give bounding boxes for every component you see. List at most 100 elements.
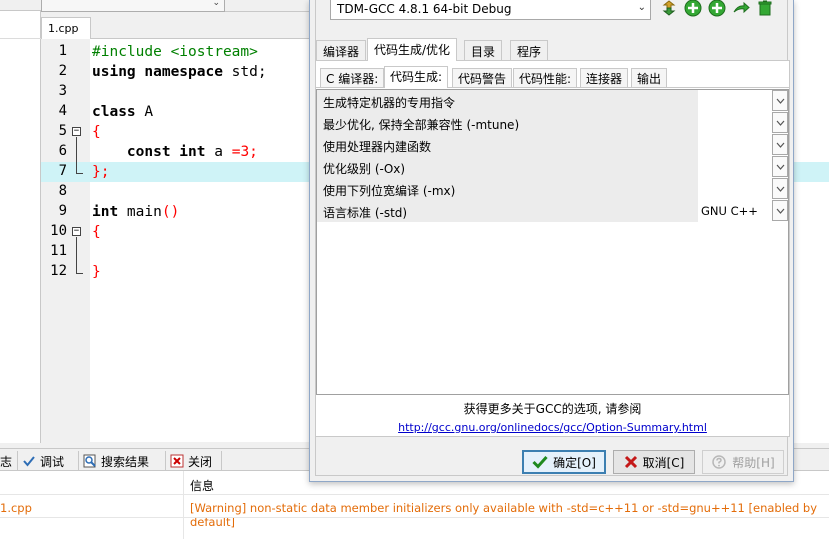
- subtab-c-compiler[interactable]: C 编译器:: [320, 68, 385, 87]
- tab-search-results[interactable]: 搜索结果: [83, 452, 149, 470]
- chevron-down-icon: ⌄: [637, 2, 646, 13]
- tab-divider: [17, 451, 18, 470]
- search-results-icon: [83, 454, 97, 468]
- chevron-down-icon: [776, 120, 784, 126]
- subtab-linker[interactable]: 连接器: [580, 68, 629, 87]
- code-token: }: [92, 264, 101, 280]
- option-row: 使用下列位宽编译 (-mx): [317, 178, 790, 200]
- code-line[interactable]: {: [92, 124, 101, 140]
- tab-search-results-label: 搜索结果: [101, 454, 150, 469]
- code-token: {: [92, 224, 101, 240]
- option-dropdown-button[interactable]: [772, 178, 788, 199]
- option-value[interactable]: [698, 178, 770, 200]
- option-dropdown-button[interactable]: [772, 200, 788, 221]
- code-line[interactable]: using namespace std;: [92, 64, 267, 80]
- chevron-down-icon: [776, 164, 784, 170]
- code-generation-panel: C 编译器: 代码生成: 代码警告 代码性能: 连接器 输出 生成特定机器的专用…: [315, 60, 790, 437]
- code-token: main: [118, 204, 162, 220]
- chevron-down-icon: ⌄: [212, 0, 220, 8]
- option-value[interactable]: GNU C++: [698, 200, 770, 222]
- code-token: class: [92, 104, 136, 120]
- options-grid: 生成特定机器的专用指令 最少优化, 保持全部兼容性 (-mtune) 使用处理器内建…: [316, 89, 789, 395]
- line-number: 2: [58, 63, 67, 79]
- help-button-label: 帮助[H]: [732, 455, 775, 470]
- option-row: 最少优化, 保持全部兼容性 (-mtune): [317, 112, 790, 134]
- code-token: A: [135, 104, 154, 120]
- plus-icon: [684, 0, 702, 20]
- option-label: 使用下列位宽编译 (-mx): [317, 178, 698, 200]
- code-line[interactable]: {: [92, 224, 101, 240]
- tab-code-generation[interactable]: 代码生成/优化: [367, 38, 458, 61]
- code-token: (): [161, 204, 180, 220]
- option-value[interactable]: [698, 134, 770, 156]
- code-token: std;: [222, 64, 267, 80]
- current-line-highlight: [41, 162, 309, 182]
- code-line[interactable]: #include <iostream>: [92, 44, 258, 60]
- subtab-output[interactable]: 输出: [631, 68, 668, 87]
- gcc-options-link[interactable]: http://gcc.gnu.org/onlinedocs/gcc/Option…: [310, 421, 795, 434]
- fold-collapse-icon[interactable]: −: [72, 227, 81, 236]
- add-compiler-set-button[interactable]: [706, 0, 728, 20]
- subtab-code-generation[interactable]: 代码生成:: [384, 66, 449, 88]
- cancel-button-label: 取消[C]: [642, 455, 685, 470]
- subtab-code-performance[interactable]: 代码性能:: [513, 68, 578, 87]
- close-icon: [170, 454, 184, 468]
- code-token: {: [92, 124, 101, 140]
- option-dropdown-button[interactable]: [772, 112, 788, 133]
- tab-compiler[interactable]: 编译器: [316, 40, 367, 60]
- tab-programs[interactable]: 程序: [510, 40, 549, 60]
- option-label: 优化级别 (-Ox): [317, 156, 698, 178]
- class-combo[interactable]: ⌄: [41, 0, 225, 12]
- rename-icon: [660, 0, 678, 20]
- option-dropdown-button[interactable]: [772, 134, 788, 155]
- tab-divider: [78, 451, 79, 470]
- tab-close[interactable]: 关闭: [170, 452, 212, 470]
- tab-debug[interactable]: 调试: [22, 452, 64, 470]
- column-header-info[interactable]: 信息: [190, 477, 214, 494]
- option-dropdown-button[interactable]: [772, 156, 788, 177]
- plus-icon: [708, 0, 726, 20]
- cancel-button[interactable]: 取消[C]: [613, 450, 695, 474]
- option-value[interactable]: [698, 112, 770, 134]
- rename-set-button[interactable]: [730, 0, 752, 20]
- add-compiler-button[interactable]: [682, 0, 704, 20]
- option-label: 最少优化, 保持全部兼容性 (-mtune): [317, 112, 698, 134]
- code-line[interactable]: int main(): [92, 204, 179, 220]
- option-dropdown-button[interactable]: [772, 90, 788, 111]
- result-file[interactable]: 1.cpp: [0, 501, 32, 515]
- checkmark-icon: [532, 455, 548, 469]
- option-value[interactable]: [698, 156, 770, 178]
- code-token: 3: [240, 144, 250, 160]
- option-row: 语言标准 (-std) GNU C++: [317, 200, 790, 222]
- code-line[interactable]: };: [92, 164, 109, 180]
- file-tab-1cpp[interactable]: 1.cpp: [41, 17, 91, 39]
- line-number: 4: [58, 103, 67, 119]
- line-number: 8: [58, 183, 67, 199]
- editor-gutter: [41, 39, 90, 442]
- option-value[interactable]: [698, 90, 770, 112]
- tab-log-label: 志: [0, 454, 13, 469]
- compiler-set-select[interactable]: TDM-GCC 4.8.1 64-bit Debug ⌄: [330, 0, 651, 20]
- fold-collapse-icon[interactable]: −: [72, 127, 81, 136]
- code-editor[interactable]: [90, 39, 309, 442]
- tab-log-partial[interactable]: 志: [0, 452, 12, 470]
- project-panel: [0, 0, 41, 443]
- result-message[interactable]: [Warning] non-static data member initial…: [190, 501, 829, 529]
- editor-tabbar: 1.cpp: [41, 12, 309, 39]
- delete-compiler-button[interactable]: [754, 0, 776, 20]
- code-line[interactable]: class A: [92, 104, 153, 120]
- line-number: 5: [58, 123, 67, 139]
- code-line[interactable]: }: [92, 264, 101, 280]
- code-line[interactable]: const int a =3;: [92, 144, 258, 160]
- chevron-down-icon: [776, 186, 784, 192]
- code-token: int: [92, 204, 119, 220]
- tab-directories[interactable]: 目录: [464, 40, 503, 60]
- arrow-icon: [732, 0, 750, 20]
- tab-divider: [165, 451, 166, 470]
- project-panel-header: [0, 0, 41, 11]
- subtab-code-warnings[interactable]: 代码警告: [452, 68, 513, 87]
- rename-compiler-button[interactable]: [658, 0, 680, 20]
- help-button[interactable]: 帮助[H]: [702, 450, 784, 474]
- ok-button[interactable]: 确定[O]: [522, 450, 606, 474]
